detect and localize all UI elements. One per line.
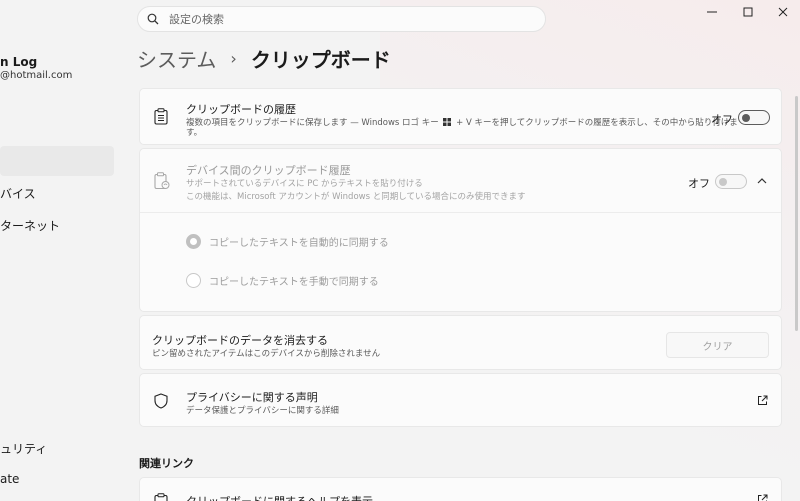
- windows-logo-icon: [443, 118, 452, 126]
- search-icon: [147, 13, 159, 25]
- clear-clipboard-card: クリップボードのデータを消去する ピン留めされたアイテムはこのデバイスから削除さ…: [139, 315, 782, 370]
- sync-toggle[interactable]: [715, 174, 747, 189]
- sidebar-item-security[interactable]: ュリティ: [0, 440, 47, 457]
- clear-description: ピン留めされたアイテムはこのデバイスから削除されません: [152, 349, 381, 359]
- related-links-heading: 関連リンク: [139, 457, 194, 470]
- minimize-icon: [707, 11, 717, 13]
- sync-card: デバイス間のクリップボード履歴 サポートされているデバイスに PC からテキスト…: [139, 148, 782, 312]
- sidebar: n Log @hotmail.com バイス ターネット ュリティ ate: [0, 0, 120, 501]
- breadcrumb-parent[interactable]: システム: [137, 44, 216, 73]
- history-desc-part2: + V キーを押してクリップボードの履歴を表示し、その中から貼り付けま: [456, 118, 738, 128]
- shield-icon: [154, 393, 168, 409]
- radio-button-selected[interactable]: [186, 234, 201, 249]
- search-box[interactable]: [137, 6, 546, 32]
- sync-option-manual[interactable]: コピーしたテキストを手動で同期する: [186, 273, 379, 288]
- external-link-icon[interactable]: [757, 494, 768, 501]
- related-help-card[interactable]: クリップボードに関するヘルプを表示: [139, 477, 782, 501]
- sidebar-item-network[interactable]: ターネット: [0, 217, 60, 234]
- sync-desc-1: サポートされているデバイスに PC からテキストを貼り付ける: [186, 179, 423, 189]
- clipboard-sync-icon: [154, 172, 170, 190]
- sidebar-item-update[interactable]: ate: [0, 472, 19, 486]
- history-desc-part1: 複数の項目をクリップボードに保存します — Windows ロゴ キー: [186, 118, 439, 128]
- sidebar-item-system-selected[interactable]: [0, 146, 114, 176]
- page-title: クリップボード: [250, 48, 391, 72]
- clipboard-list-icon: [154, 108, 168, 125]
- history-toggle-label: オフ: [711, 113, 733, 126]
- close-icon: [778, 7, 788, 17]
- clipboard-list-icon: [154, 493, 168, 501]
- privacy-title: プライバシーに関する声明: [186, 391, 318, 404]
- search-input[interactable]: [169, 12, 529, 26]
- breadcrumb-separator: ›: [230, 49, 237, 68]
- sync-option-auto-label: コピーしたテキストを自動的に同期する: [209, 238, 389, 249]
- user-name: n Log: [0, 55, 38, 69]
- sync-desc-2: この機能は、Microsoft アカウントが Windows と同期している場合…: [186, 192, 526, 202]
- history-toggle[interactable]: [738, 110, 770, 125]
- close-button[interactable]: [768, 0, 798, 24]
- clear-button[interactable]: クリア: [666, 332, 769, 358]
- breadcrumb: システム › クリップボード: [137, 44, 391, 73]
- radio-button[interactable]: [186, 273, 201, 288]
- related-help-label: クリップボードに関するヘルプを表示: [186, 493, 373, 501]
- clipboard-history-card: クリップボードの履歴 複数の項目をクリップボードに保存します — Windows…: [139, 88, 782, 145]
- history-desc-part3: す。: [186, 128, 203, 138]
- sync-divider: [140, 212, 781, 213]
- sync-toggle-label: オフ: [688, 177, 710, 190]
- clear-title: クリップボードのデータを消去する: [152, 334, 328, 347]
- privacy-description: データ保護とプライバシーに関する詳細: [186, 406, 339, 416]
- maximize-button[interactable]: [733, 0, 763, 24]
- history-title: クリップボードの履歴: [186, 103, 296, 116]
- chevron-up-icon[interactable]: [757, 177, 767, 184]
- history-description: 複数の項目をクリップボードに保存します — Windows ロゴ キー + V …: [186, 116, 738, 128]
- sync-option-auto[interactable]: コピーしたテキストを自動的に同期する: [186, 234, 389, 249]
- maximize-icon: [743, 7, 753, 17]
- minimize-button[interactable]: [697, 0, 727, 24]
- sync-title: デバイス間のクリップボード履歴: [186, 164, 351, 177]
- external-link-icon[interactable]: [757, 395, 768, 406]
- privacy-card[interactable]: プライバシーに関する声明 データ保護とプライバシーに関する詳細: [139, 373, 782, 427]
- scrollbar[interactable]: [795, 96, 798, 331]
- sidebar-item-devices[interactable]: バイス: [0, 185, 36, 202]
- sync-option-manual-label: コピーしたテキストを手動で同期する: [209, 277, 379, 288]
- user-email: @hotmail.com: [0, 70, 73, 81]
